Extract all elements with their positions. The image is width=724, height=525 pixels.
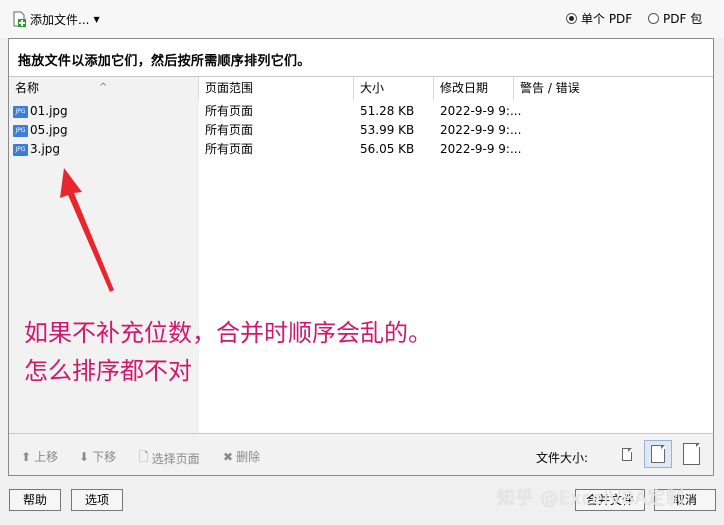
file-name-cell: JPG 3.jpg (13, 140, 60, 159)
column-label: 修改日期 (440, 81, 489, 95)
date-cell: 2022-9-9 9:... (440, 123, 522, 137)
move-down-button[interactable]: ⬇ 下移 (79, 448, 116, 465)
radio-pdf-package-label: PDF 包 (663, 12, 703, 26)
file-name-cell: JPG 01.jpg (13, 102, 68, 121)
column-header-date[interactable]: 修改日期 (434, 77, 514, 100)
large-page-icon (682, 443, 700, 465)
annotation-line-1: 如果不补充位数，合并时顺序会乱的。 (24, 319, 432, 347)
select-pages-label: 选择页面 (151, 452, 200, 466)
medium-page-icon (651, 445, 665, 463)
chevron-down-icon: ▼ (93, 14, 100, 24)
jpg-file-icon: JPG (13, 124, 28, 137)
radio-single-pdf-label: 单个 PDF (581, 12, 633, 26)
column-header-size[interactable]: 大小 (354, 77, 434, 100)
date-cell: 2022-9-9 9:... (440, 104, 522, 118)
add-files-button[interactable]: 添加文件... ▼ (11, 9, 100, 29)
watermark: 知乎 @ExcelVBA定制 (497, 488, 685, 509)
file-size-medium-button[interactable] (644, 440, 672, 468)
red-arrow-annotation (60, 168, 114, 292)
radio-pdf-package[interactable]: PDF 包 (648, 10, 702, 27)
file-name: 05.jpg (30, 123, 68, 137)
top-toolbar: 添加文件... ▼ 单个 PDF PDF 包 (0, 0, 724, 38)
x-icon: ✖ (223, 449, 234, 464)
delete-button[interactable]: ✖ 删除 (223, 448, 260, 465)
size-cell: 51.28 KB (360, 104, 415, 118)
sort-up-icon: ^ (99, 82, 108, 93)
page-range-cell: 所有页面 (205, 104, 254, 118)
table-header: 名称 ^ 页面范围 大小 修改日期 警告 / 错误 (9, 77, 713, 100)
arrow-down-icon: ⬇ (79, 449, 90, 464)
file-name: 01.jpg (30, 104, 68, 118)
column-header-name[interactable]: 名称 ^ (9, 77, 199, 100)
jpg-file-icon: JPG (13, 143, 28, 156)
file-name: 3.jpg (30, 142, 61, 156)
size-cell: 56.05 KB (360, 142, 415, 156)
file-name-cell: JPG 05.jpg (13, 121, 68, 140)
move-up-label: 上移 (34, 450, 59, 464)
radio-indicator[interactable] (648, 13, 659, 24)
delete-label: 删除 (236, 450, 261, 464)
instruction-text: 拖放文件以添加它们，然后按所需顺序排列它们。 (18, 54, 311, 69)
select-pages-button[interactable]: 🗋 选择页面 (139, 448, 200, 469)
file-size-label: 文件大小: (536, 451, 589, 465)
column-label: 大小 (360, 81, 385, 95)
move-down-label: 下移 (92, 450, 117, 464)
page-range-cell: 所有页面 (205, 123, 254, 137)
bottom-action-bar: ⬆ 上移 ⬇ 下移 🗋 选择页面 ✖ 删除 文件大小: (9, 433, 713, 475)
size-cell: 53.99 KB (360, 123, 415, 137)
radio-indicator[interactable] (566, 13, 577, 24)
column-label: 页面范围 (205, 81, 254, 95)
move-up-button[interactable]: ⬆ 上移 (21, 448, 58, 465)
column-header-warnings[interactable]: 警告 / 错误 (514, 77, 713, 100)
arrow-up-icon: ⬆ (21, 449, 32, 464)
help-button[interactable]: 帮助 (9, 489, 61, 511)
table-row[interactable]: JPG 3.jpg 所有页面 56.05 KB 2022-9-9 9:... (9, 140, 713, 159)
file-size-small-button[interactable] (613, 440, 641, 468)
annotation-line-2: 怎么排序都不对 (24, 357, 192, 385)
table-row[interactable]: JPG 05.jpg 所有页面 53.99 KB 2022-9-9 9:... (9, 121, 713, 140)
column-label: 名称 (15, 81, 40, 95)
column-label: 警告 / 错误 (520, 81, 580, 95)
radio-single-pdf[interactable]: 单个 PDF (566, 10, 632, 27)
small-page-icon (622, 447, 632, 461)
column-header-range[interactable]: 页面范围 (199, 77, 354, 100)
table-row[interactable]: JPG 01.jpg 所有页面 51.28 KB 2022-9-9 9:... (9, 102, 713, 121)
page-range-cell: 所有页面 (205, 142, 254, 156)
date-cell: 2022-9-9 9:... (440, 142, 522, 156)
page-icon: 🗋 (139, 450, 149, 464)
add-files-label: 添加文件... (30, 12, 90, 27)
instruction-banner: 拖放文件以添加它们，然后按所需顺序排列它们。 (9, 39, 713, 77)
jpg-file-icon: JPG (13, 105, 28, 118)
file-size-large-button[interactable] (677, 440, 705, 468)
add-file-icon (11, 11, 27, 27)
annotation-text: 如果不补充位数，合并时顺序会乱的。 怎么排序都不对 (24, 314, 432, 390)
options-button[interactable]: 选项 (71, 489, 123, 511)
